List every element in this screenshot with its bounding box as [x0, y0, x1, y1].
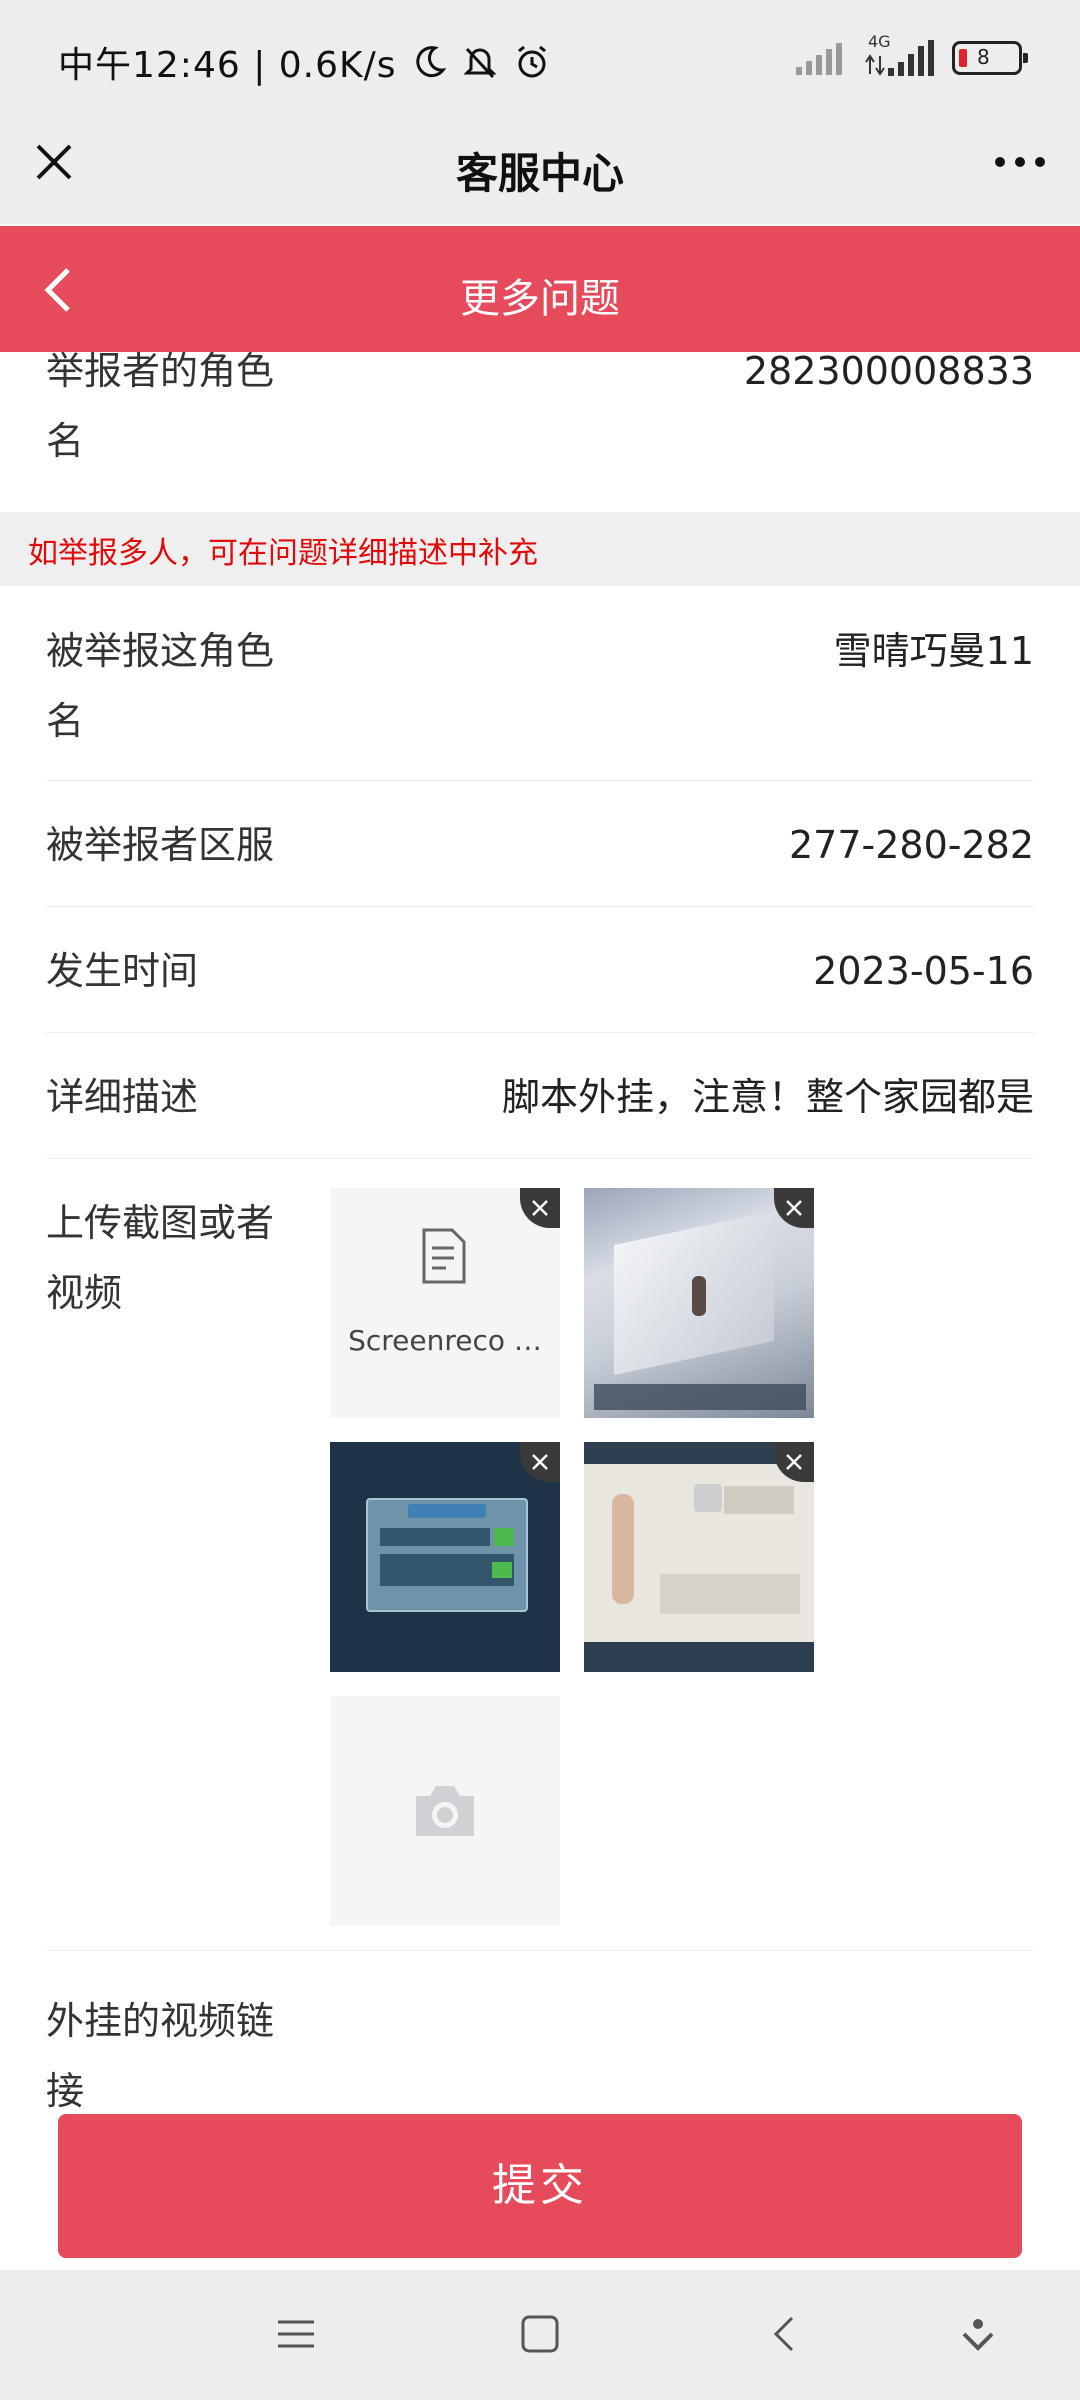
game-toolbar [594, 1384, 806, 1410]
back-icon[interactable] [764, 2314, 804, 2354]
game-screenshot-friend-search [366, 1498, 528, 1612]
description-label: 详细描述 [46, 1075, 199, 1119]
submit-button[interactable]: 提交 [58, 2114, 1022, 2258]
notice-text: 如举报多人，可在问题详细描述中补充 [28, 536, 538, 571]
remove-upload-button[interactable] [520, 1188, 560, 1228]
signal-icon [796, 43, 842, 75]
reported-server-value[interactable]: 277-280-282 [789, 810, 1034, 880]
status-time-speed: 中午12:46 | 0.6K/s [58, 45, 397, 86]
notice-banner: 如举报多人，可在问题详细描述中补充 [0, 512, 1080, 586]
close-icon [786, 1200, 802, 1216]
status-left: 中午12:46 | 0.6K/s [58, 36, 551, 88]
reporter-role-row[interactable]: 举报者的角色名 282300008833 [46, 352, 1034, 496]
character-figure [692, 1276, 706, 1316]
more-icon[interactable] [994, 156, 1046, 168]
form-content[interactable]: 举报者的角色名 282300008833 如举报多人，可在问题详细描述中补充 被… [0, 352, 1080, 2112]
description-row[interactable]: 详细描述 脚本外挂，注意！整个家园都是 [46, 1032, 1034, 1159]
page-title: 客服中心 [455, 149, 624, 198]
time-label: 发生时间 [46, 949, 199, 993]
close-icon [532, 1454, 548, 1470]
reporter-role-label: 举报者的角色名 [46, 352, 275, 463]
menu-icon[interactable] [276, 2314, 316, 2354]
video-link-label: 外挂的视频链接 [46, 1999, 275, 2112]
reported-role-row[interactable]: 被举报这角色名 雪晴巧曼11 [46, 616, 1034, 781]
upload-grid: Screenreco … [330, 1188, 850, 1928]
upload-file-name: Screenreco … [348, 1324, 542, 1357]
upload-label: 上传截图或者视频 [46, 1201, 275, 1315]
upload-image-thumb[interactable] [584, 1442, 814, 1672]
reported-role-label: 被举报这角色名 [46, 629, 275, 743]
video-link-row[interactable]: 外挂的视频链接 [46, 1950, 1034, 2112]
close-icon [786, 1454, 802, 1470]
game-screenshot-player-info [584, 1464, 814, 1642]
battery-icon: 8 [952, 41, 1028, 75]
system-nav-bar [0, 2270, 1080, 2400]
upload-image-thumb[interactable] [584, 1188, 814, 1418]
time-value[interactable]: 2023-05-16 [813, 936, 1034, 1006]
reported-server-label: 被举报者区服 [46, 823, 275, 867]
status-right: 4G 8 [794, 32, 1028, 78]
reported-server-row[interactable]: 被举报者区服 277-280-282 [46, 780, 1034, 907]
upload-file-thumb[interactable]: Screenreco … [330, 1188, 560, 1418]
upload-image-thumb[interactable] [330, 1442, 560, 1672]
reported-role-value[interactable]: 雪晴巧曼11 [834, 616, 1034, 686]
battery-level: 8 [977, 45, 990, 69]
subheader-title: 更多问题 [460, 276, 620, 322]
home-icon[interactable] [520, 2314, 560, 2354]
description-value[interactable]: 脚本外挂，注意！整个家园都是 [502, 1062, 1034, 1132]
alarm-icon [517, 45, 546, 78]
reporter-role-value[interactable]: 282300008833 [744, 352, 1034, 406]
add-upload-button[interactable] [330, 1696, 560, 1926]
subheader-bar: 更多问题 [0, 226, 1080, 352]
bell-off-icon [462, 47, 497, 79]
time-row[interactable]: 发生时间 2023-05-16 [46, 906, 1034, 1033]
assistant-icon[interactable] [958, 2314, 998, 2354]
remove-upload-button[interactable] [774, 1188, 814, 1228]
status-bar: 中午12:46 | 0.6K/s 4G 8 [0, 0, 1080, 120]
camera-icon [416, 1786, 474, 1836]
close-icon [532, 1200, 548, 1216]
header-bar: 客服中心 [0, 120, 1080, 224]
moon-icon [415, 46, 446, 78]
remove-upload-button[interactable] [520, 1442, 560, 1482]
document-icon [422, 1228, 466, 1284]
4g-signal-icon: 4G [864, 32, 934, 78]
